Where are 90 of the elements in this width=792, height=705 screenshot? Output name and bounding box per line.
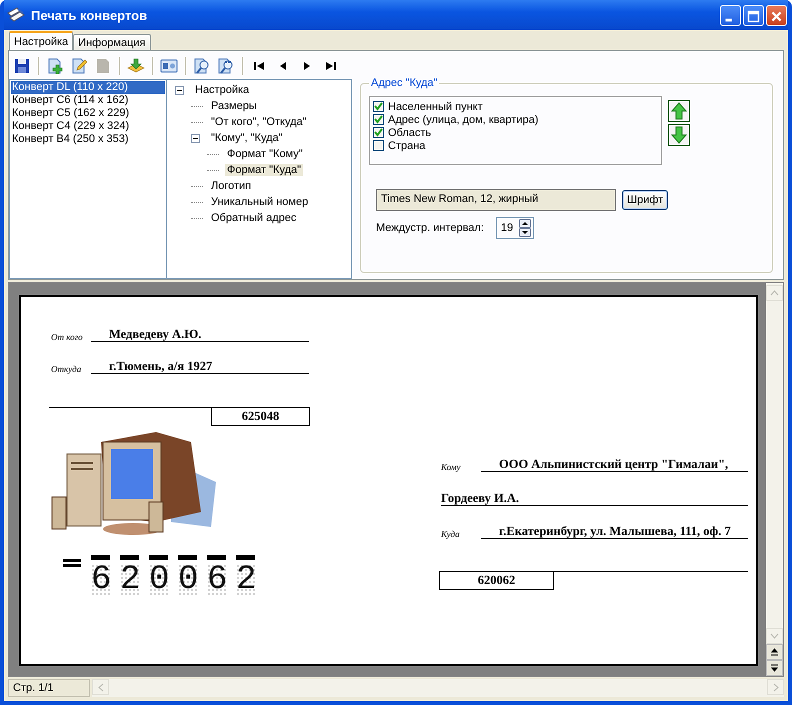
digit-bar bbox=[207, 555, 226, 560]
spin-arrows-icon bbox=[519, 219, 532, 237]
postcode-marker bbox=[63, 559, 81, 567]
first-page-icon bbox=[253, 61, 265, 71]
field-label: Откуда bbox=[51, 364, 82, 374]
checkbox-item[interactable]: Населенный пункт bbox=[373, 100, 658, 113]
magnifier-page-icon bbox=[193, 58, 211, 74]
postcode-digit: 6 bbox=[207, 564, 226, 596]
checkbox-label: Страна bbox=[388, 140, 426, 152]
move-up-button[interactable] bbox=[668, 100, 690, 122]
checkbox-item[interactable]: Адрес (улица, дом, квартира) bbox=[373, 113, 658, 126]
move-down-button[interactable] bbox=[668, 124, 690, 146]
add-document-icon bbox=[47, 58, 63, 74]
digit-bar bbox=[149, 555, 168, 560]
field-label: Куда bbox=[441, 529, 461, 539]
checkbox-label: Адрес (улица, дом, квартира) bbox=[388, 114, 538, 126]
scroll-up-icon bbox=[770, 290, 779, 296]
tree-item[interactable]: Формат "Кому" bbox=[225, 148, 305, 160]
page-indicator: Стр. 1/1 bbox=[8, 679, 90, 697]
minimize-icon bbox=[726, 18, 732, 21]
spacing-label: Междустр. интервал: bbox=[376, 222, 484, 234]
group-title: Адрес "Куда" bbox=[369, 77, 440, 89]
digit-bar bbox=[120, 555, 139, 560]
scroll-left-icon bbox=[98, 682, 104, 692]
tree-item[interactable]: Уникальный номер bbox=[209, 196, 310, 208]
sender-name: Медведеву А.Ю. bbox=[91, 327, 309, 342]
tab[interactable]: Настройка bbox=[9, 31, 74, 50]
recipient-index: 620062 bbox=[439, 571, 554, 590]
last-page-icon bbox=[325, 61, 337, 71]
checkbox[interactable] bbox=[373, 140, 384, 151]
recipient-name: ООО Альпинистский центр "Гималаи", bbox=[481, 457, 748, 472]
spacing-spinner[interactable]: 19 bbox=[496, 217, 534, 239]
field-label: От кого bbox=[51, 332, 84, 342]
digit-bar bbox=[178, 555, 197, 560]
list-item[interactable]: Конверт B4 (250 x 353) bbox=[11, 133, 165, 146]
checkbox[interactable] bbox=[373, 127, 384, 138]
minimize-button[interactable] bbox=[720, 4, 741, 26]
font-button[interactable]: Шрифт bbox=[622, 190, 668, 210]
horizontal-scrollbar[interactable] bbox=[92, 679, 784, 697]
font-field[interactable]: Times New Roman, 12, жирный bbox=[376, 189, 616, 211]
maximize-icon bbox=[748, 10, 760, 22]
digit-bar bbox=[236, 555, 255, 560]
edit-document-icon bbox=[71, 58, 87, 74]
field-label: Кому bbox=[441, 462, 462, 472]
checkbox-label: Область bbox=[388, 126, 432, 138]
tab[interactable]: Информация bbox=[73, 34, 151, 50]
checkbox-item[interactable]: Страна bbox=[373, 139, 658, 152]
tree-item[interactable]: Настройка bbox=[193, 84, 252, 96]
magnifier-page-icon bbox=[217, 58, 235, 74]
postcode-digit: 2 bbox=[236, 564, 255, 596]
checkbox-label: Населенный пункт bbox=[388, 100, 483, 112]
tree-item[interactable]: "От кого", "Откуда" bbox=[209, 116, 309, 128]
next-page-icon bbox=[303, 61, 311, 71]
collapse-toggle[interactable] bbox=[191, 134, 201, 142]
list-item[interactable]: Конверт C6 (114 x 162) bbox=[11, 94, 165, 107]
envelope-pen-icon bbox=[7, 7, 25, 23]
card-icon bbox=[160, 58, 178, 74]
recipient-name: Гордееву И.А. bbox=[441, 491, 748, 506]
list-item[interactable]: Конверт DL (110 x 220) bbox=[11, 81, 165, 94]
list-item[interactable]: Конверт C4 (229 x 324) bbox=[11, 120, 165, 133]
previous-page-icon bbox=[279, 61, 287, 71]
tree-item[interactable]: Формат "Куда" bbox=[225, 164, 304, 176]
recipient-address: г.Екатеринбург, ул. Малышева, 111, оф. 7 bbox=[481, 524, 748, 539]
window-title: Печать конвертов bbox=[31, 8, 148, 22]
postcode-digit: 0 bbox=[149, 564, 168, 596]
postcode-digit: 6 bbox=[91, 564, 110, 596]
checkbox[interactable] bbox=[373, 114, 384, 125]
tree-item[interactable]: "Кому", "Куда" bbox=[209, 132, 285, 144]
previous-page-icon bbox=[771, 648, 778, 656]
sender-index: 625048 bbox=[211, 407, 310, 426]
tree-item[interactable]: Обратный адрес bbox=[209, 212, 298, 224]
maximize-button[interactable] bbox=[743, 4, 764, 26]
import-tray-icon bbox=[127, 58, 145, 74]
collapse-toggle[interactable] bbox=[175, 86, 185, 94]
close-icon bbox=[771, 10, 782, 22]
vertical-scrollbar[interactable] bbox=[766, 283, 783, 676]
document-icon bbox=[95, 58, 111, 74]
next-page-icon bbox=[771, 664, 778, 672]
postcode-digit: 0 bbox=[178, 564, 197, 596]
scroll-right-icon bbox=[772, 682, 778, 692]
postcode-digit: 2 bbox=[120, 564, 139, 596]
tree-item[interactable]: Размеры bbox=[209, 100, 259, 112]
checkbox[interactable] bbox=[373, 101, 384, 112]
scroll-down-icon bbox=[770, 633, 779, 639]
sender-address: г.Тюмень, а/я 1927 bbox=[91, 359, 309, 374]
list-item[interactable]: Конверт C5 (162 x 229) bbox=[11, 107, 165, 120]
checkbox-item[interactable]: Область bbox=[373, 126, 658, 139]
digit-bar bbox=[91, 555, 110, 560]
close-button[interactable] bbox=[766, 4, 787, 26]
tree-item[interactable]: Логотип bbox=[209, 180, 254, 192]
